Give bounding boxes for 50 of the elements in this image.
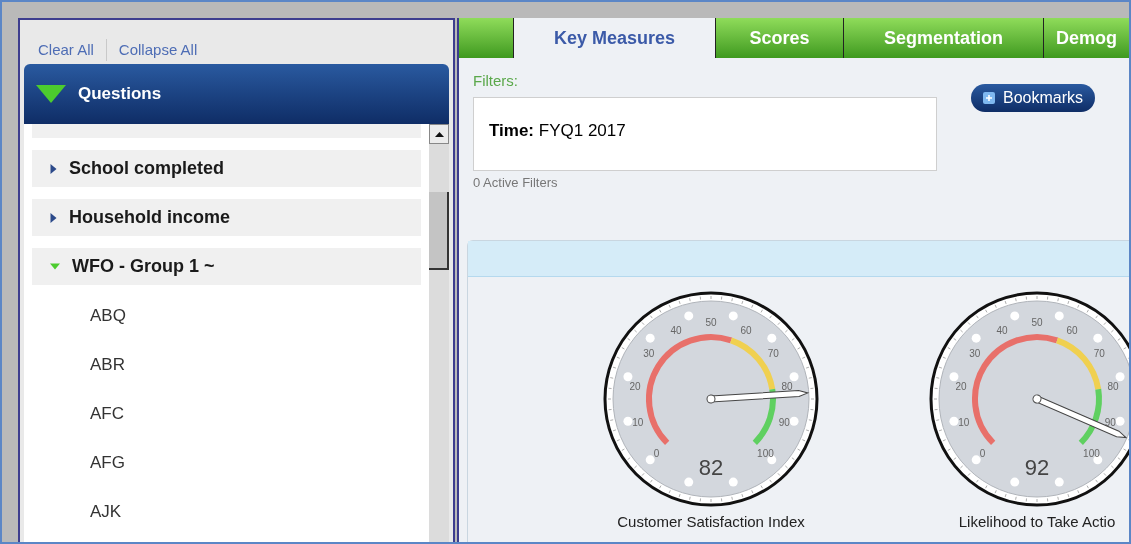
scale-label: 80 bbox=[1107, 381, 1119, 393]
scale-label: 100 bbox=[1083, 447, 1100, 459]
answer-option[interactable]: ABQ bbox=[90, 303, 126, 329]
toolbar-link[interactable]: Clear All bbox=[38, 38, 94, 61]
gauge-reading: 82 bbox=[698, 455, 724, 480]
collapse-triangle-icon bbox=[50, 163, 57, 174]
scale-label: 70 bbox=[1093, 348, 1105, 360]
toolbar-link[interactable]: Collapse All bbox=[118, 38, 198, 61]
question-item[interactable]: Household income bbox=[32, 199, 421, 236]
filter-value: Time: FYQ1 2017 bbox=[489, 120, 626, 140]
scale-label: 70 bbox=[767, 348, 779, 360]
expand-triangle-icon bbox=[36, 85, 66, 103]
scale-label: 90 bbox=[1104, 417, 1116, 429]
answer-option[interactable]: ABR bbox=[90, 352, 125, 378]
answer-option[interactable]: AFC bbox=[90, 401, 124, 427]
scrollbar[interactable] bbox=[429, 124, 449, 542]
scroll-up-icon[interactable] bbox=[429, 124, 449, 144]
scale-label: 80 bbox=[781, 381, 793, 393]
gauge-label: Customer Satisfaction Index bbox=[617, 512, 805, 532]
scale-label: 100 bbox=[757, 447, 774, 459]
expand-triangle-icon bbox=[50, 263, 60, 270]
scale-label: 40 bbox=[996, 324, 1008, 336]
scale-label: 30 bbox=[643, 348, 655, 360]
answer-option[interactable]: AFG bbox=[90, 450, 125, 476]
scale-label: 50 bbox=[705, 316, 717, 328]
scale-label: 20 bbox=[955, 381, 967, 393]
scale-label: 30 bbox=[969, 348, 981, 360]
scale-label: 10 bbox=[958, 417, 970, 429]
scale-label: 0 bbox=[653, 447, 660, 459]
scroll-thumb[interactable] bbox=[429, 192, 449, 270]
question-item[interactable]: WFO - Group 1 ~ bbox=[32, 248, 421, 285]
answer-option[interactable]: AJK bbox=[90, 499, 122, 525]
active-filters-count: 0 Active Filters bbox=[473, 173, 559, 192]
scale-label: 0 bbox=[979, 447, 986, 459]
scale-label: 90 bbox=[778, 417, 790, 429]
scale-label: 60 bbox=[740, 324, 752, 336]
scale-label: 40 bbox=[670, 324, 682, 336]
questions-header[interactable]: Questions bbox=[24, 64, 449, 124]
bookmarks-button[interactable]: Bookmarks bbox=[971, 84, 1096, 112]
filters-heading: Filters: bbox=[473, 71, 519, 91]
scale-label: 50 bbox=[1031, 316, 1043, 328]
scale-label: 20 bbox=[629, 381, 641, 393]
tab[interactable]: Key Measures bbox=[514, 18, 716, 58]
question-item[interactable]: School completed bbox=[32, 150, 421, 187]
scale-label: 10 bbox=[632, 417, 644, 429]
gauge-label: Likelihood to Take Actio bbox=[958, 512, 1116, 532]
bookmark-plus-icon bbox=[983, 92, 995, 104]
collapse-triangle-icon bbox=[50, 212, 57, 223]
gauge-reading: 92 bbox=[1024, 455, 1050, 480]
scale-label: 60 bbox=[1066, 324, 1078, 336]
